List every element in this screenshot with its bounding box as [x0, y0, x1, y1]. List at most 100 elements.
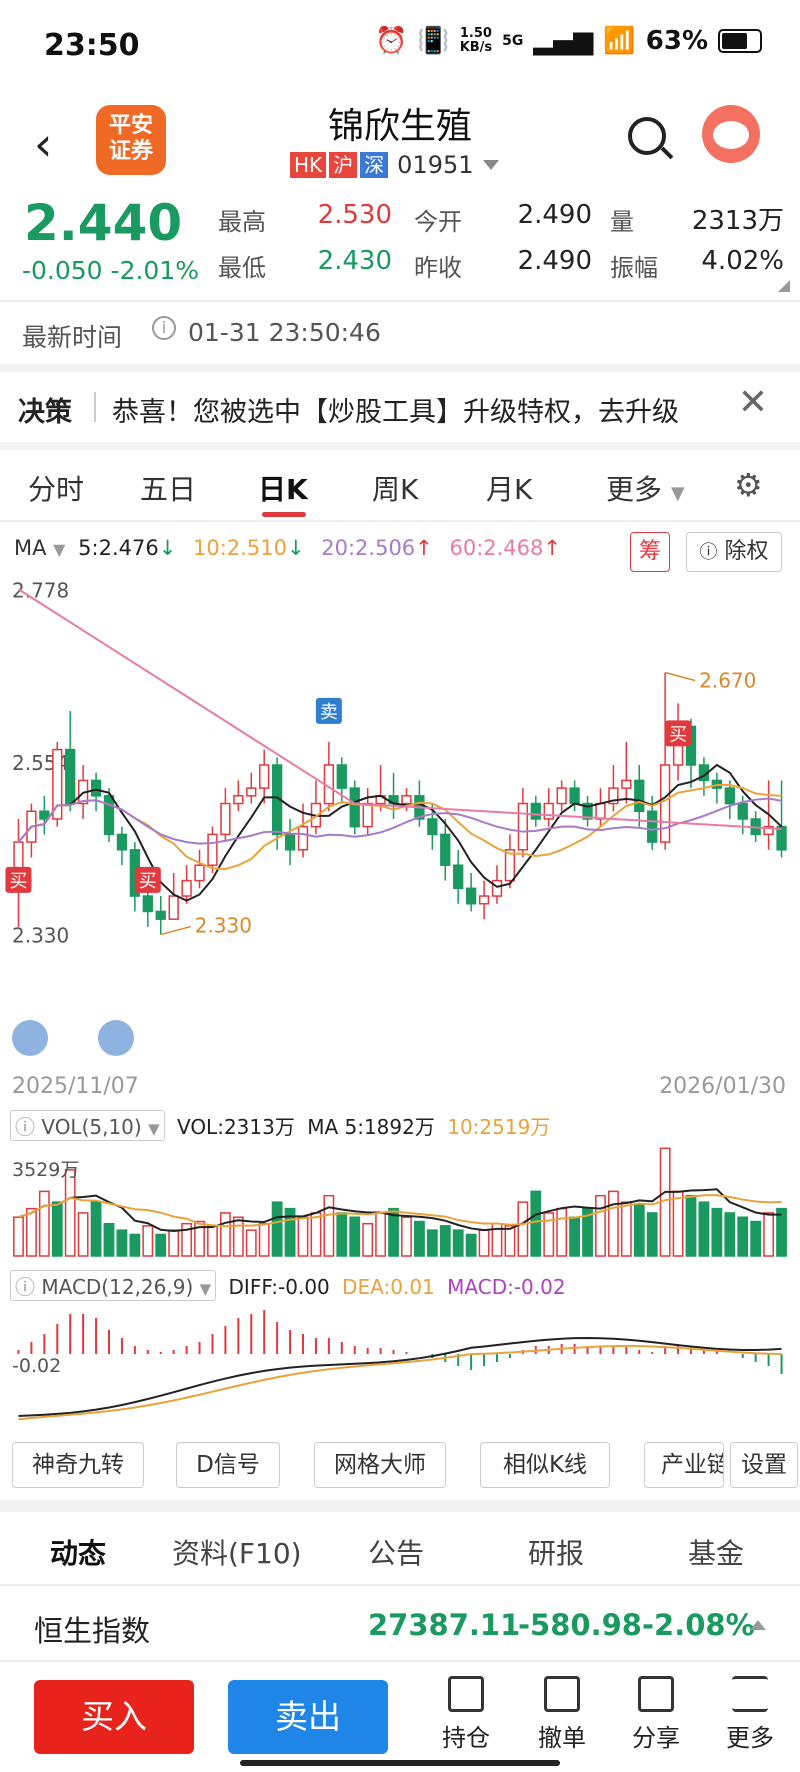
- gear-icon[interactable]: ⚙: [734, 466, 763, 504]
- volume-bar: [51, 1201, 63, 1257]
- candle-body: [39, 810, 50, 820]
- low-value: 2.430: [317, 246, 392, 276]
- volume-chart[interactable]: 3529万: [0, 1136, 800, 1266]
- candle-body: [233, 795, 244, 805]
- volume-bar: [478, 1229, 490, 1257]
- positions-label: 持仓: [442, 1724, 490, 1752]
- candle-body: [491, 879, 503, 897]
- info-icon[interactable]: i: [152, 316, 176, 340]
- volume-bar: [129, 1233, 141, 1257]
- volume-bar: [25, 1207, 37, 1257]
- index-ticker[interactable]: 恒生指数 27387.11 -580.98 -2.08%: [0, 1588, 800, 1662]
- search-icon[interactable]: [628, 117, 666, 155]
- macd-diff-line: [18, 1336, 782, 1417]
- tab-five-day[interactable]: 五日: [140, 468, 196, 508]
- candle-body: [349, 787, 360, 828]
- ma10-text: 10:2.510: [193, 536, 287, 560]
- ma-legend[interactable]: MA ▼ 5:2.476↓ 10:2.510↓ 20:2.506↑ 60:2.4…: [14, 536, 561, 560]
- volume-bar: [620, 1201, 632, 1257]
- share-button[interactable]: 分享: [616, 1676, 696, 1753]
- tab-monthly-k[interactable]: 月K: [486, 468, 532, 508]
- candle-body: [737, 802, 748, 820]
- volume-bar: [116, 1229, 128, 1257]
- active-tab-indicator: [262, 512, 306, 517]
- quote-panel: 2.440 -0.050 -2.01% 最高 2.530 最低 2.430 今开…: [0, 190, 800, 302]
- tab-daily-k[interactable]: 日K: [258, 468, 308, 508]
- tool-strip: 神奇九转 D信号 网格大师 相似K线 产业链 设置: [0, 1438, 800, 1494]
- tab-more[interactable]: 更多 ▼: [606, 468, 685, 508]
- tab-funds[interactable]: 基金: [688, 1532, 744, 1572]
- candle-body: [478, 895, 490, 905]
- net-speed-unit: KB/s: [459, 40, 493, 55]
- candle-body: [401, 795, 412, 805]
- tab-intraday[interactable]: 分时: [28, 468, 84, 508]
- battery-percent: 63%: [645, 26, 708, 56]
- notice-banner[interactable]: 决策 恭喜！您被选中【炒股工具】升级特权，去升级 ✕: [0, 372, 800, 442]
- tab-weekly-k[interactable]: 周K: [372, 468, 418, 508]
- macd-y-label: -0.02: [12, 1355, 61, 1377]
- ma60-arrow: ↑: [543, 536, 561, 560]
- chip-distribution-button[interactable]: 筹: [630, 532, 670, 572]
- expand-corner-icon[interactable]: [778, 280, 790, 292]
- positions-button[interactable]: 持仓: [426, 1676, 506, 1753]
- expand-up-icon[interactable]: [750, 1620, 766, 1630]
- menu-icon: [732, 1676, 768, 1712]
- latest-time-value: 01-31 23:50:46: [188, 318, 381, 347]
- volume-value: 2313万: [691, 206, 784, 236]
- tab-research[interactable]: 研报: [528, 1532, 584, 1572]
- candle-body: [168, 895, 179, 920]
- tool-similar-k[interactable]: 相似K线: [480, 1442, 610, 1488]
- status-time: 23:50: [44, 28, 140, 63]
- stock-code: 01951: [397, 151, 474, 179]
- tool-settings[interactable]: 设置: [730, 1442, 798, 1488]
- volume-bar: [77, 1212, 89, 1257]
- candle-body: [440, 833, 451, 866]
- macd-chart[interactable]: -0.02: [0, 1296, 800, 1424]
- adjust-button[interactable]: ⓘ 除权: [686, 532, 782, 572]
- cancel-order-button[interactable]: 撤单: [522, 1676, 602, 1753]
- min-marker-label: 2.330: [195, 914, 252, 938]
- net-speed: 1.50 KB/s: [460, 27, 492, 55]
- assistant-avatar[interactable]: [702, 105, 760, 163]
- candle-body: [776, 825, 787, 851]
- caret-down-icon: ▼: [670, 483, 685, 504]
- close-icon[interactable]: ✕: [738, 382, 768, 423]
- ma60-value: 60:2.468↑: [449, 536, 561, 560]
- x-end-label: 2026/01/30: [659, 1074, 786, 1099]
- tool-d-signal[interactable]: D信号: [176, 1442, 280, 1488]
- volume-bar: [504, 1225, 516, 1257]
- latest-time-row: 最新时间 i 01-31 23:50:46: [0, 302, 800, 364]
- volume-bar: [168, 1229, 180, 1257]
- tool-grid-master[interactable]: 网格大师: [314, 1442, 446, 1488]
- amplitude-value: 4.02%: [701, 246, 784, 276]
- home-indicator: [240, 1760, 560, 1766]
- fullscreen-icon: [98, 1020, 134, 1056]
- ma20-arrow: ↑: [415, 536, 433, 560]
- volume-bar: [750, 1220, 762, 1257]
- more-button[interactable]: 更多: [710, 1676, 790, 1753]
- volume-bar: [103, 1222, 115, 1257]
- volume-bar: [776, 1207, 787, 1257]
- volume-bar: [646, 1212, 658, 1257]
- sell-button[interactable]: 卖出: [228, 1680, 388, 1754]
- period-tabs: 分时 五日 日K 周K 月K 更多 ▼ ⚙: [0, 450, 800, 522]
- tool-industry-chain[interactable]: 产业链: [644, 1442, 724, 1488]
- tool-nine-turn[interactable]: 神奇九转: [12, 1442, 144, 1488]
- tag-sh: 沪: [329, 152, 358, 178]
- candle-body: [621, 779, 632, 789]
- volume-bar: [375, 1212, 387, 1257]
- divider: [0, 442, 800, 450]
- market-tags[interactable]: HK 沪 深 01951: [290, 151, 499, 179]
- candlestick-chart[interactable]: 2.7782.5542.3302.6702.330买 买卖买: [0, 580, 800, 1080]
- buy-button[interactable]: 买入: [34, 1680, 194, 1754]
- signal-label: 买: [139, 871, 157, 892]
- volume-bar: [452, 1229, 464, 1257]
- tab-announcements[interactable]: 公告: [368, 1532, 424, 1572]
- volume-bar: [155, 1233, 167, 1257]
- candle-body: [336, 764, 347, 789]
- tab-f10[interactable]: 资料(F10): [172, 1532, 302, 1572]
- tab-news[interactable]: 动态: [50, 1532, 106, 1572]
- volume-bar: [633, 1203, 645, 1257]
- candle-body: [647, 810, 658, 843]
- volume-bar: [672, 1190, 684, 1257]
